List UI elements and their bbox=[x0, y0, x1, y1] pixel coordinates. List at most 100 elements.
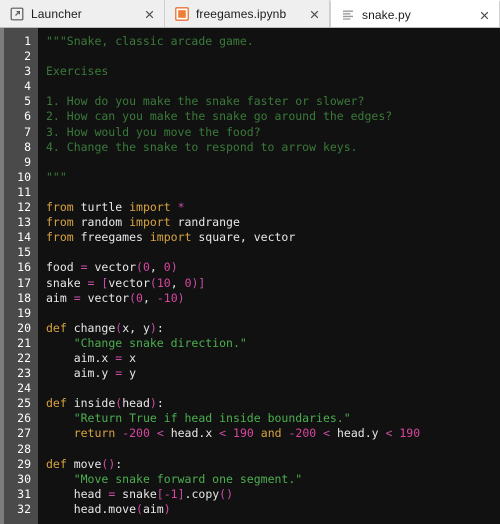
code-token-op: - bbox=[156, 290, 164, 305]
code-line: def change(x, y): bbox=[46, 321, 500, 336]
code-token-plain: vector bbox=[80, 290, 130, 305]
close-icon[interactable] bbox=[303, 0, 325, 27]
code-line: from turtle import * bbox=[46, 200, 500, 215]
line-number: 1 bbox=[24, 34, 31, 48]
code-token-op: ) bbox=[170, 260, 178, 275]
line-number: 18 bbox=[17, 290, 31, 305]
code-token-plain: , bbox=[170, 275, 185, 290]
code-token-kw: from bbox=[46, 215, 74, 230]
code-token-op: = bbox=[80, 260, 88, 275]
launcher-icon bbox=[10, 7, 24, 21]
code-token-num: 0 bbox=[136, 290, 143, 305]
line-number: 23 bbox=[17, 366, 31, 381]
line-number: 29 bbox=[17, 456, 31, 471]
code-token-plain: freegames bbox=[73, 230, 150, 245]
code-token-plain: food bbox=[46, 260, 81, 275]
code-token-kw: import bbox=[129, 200, 171, 215]
code-token-kw: import bbox=[129, 215, 171, 230]
line-number: 32 bbox=[17, 501, 31, 516]
code-token-plain: snake bbox=[46, 275, 88, 290]
code-token-plain: aim bbox=[46, 290, 74, 305]
code-token-op: ( bbox=[129, 290, 137, 305]
line-number: 22 bbox=[17, 350, 31, 365]
code-token-op: ] bbox=[177, 486, 185, 501]
line-number: 15 bbox=[17, 245, 31, 260]
code-token-num: 10 bbox=[156, 275, 171, 290]
code-line: def move(): bbox=[46, 457, 500, 472]
code-token-op: ( bbox=[149, 275, 157, 290]
tab-freegames-ipynb[interactable]: freegames.ipynb bbox=[165, 0, 330, 27]
code-line: aim.x = x bbox=[46, 351, 500, 366]
code-token-plain: move bbox=[66, 456, 102, 471]
code-token-op: ) bbox=[149, 320, 157, 335]
code-token-kw: return bbox=[73, 426, 116, 441]
code-token-op: = bbox=[73, 290, 81, 305]
code-token-plain: .copy bbox=[184, 486, 220, 501]
code-token-plain: vector bbox=[87, 260, 137, 275]
code-token-op: [ bbox=[156, 486, 164, 501]
code-line: """ bbox=[46, 170, 500, 185]
code-token-num: 1 bbox=[170, 486, 178, 501]
code-token-plain: , bbox=[142, 290, 157, 305]
code-line: def inside(head): bbox=[46, 396, 500, 411]
code-line: head.move(aim) bbox=[46, 502, 500, 517]
code-token-num: 10 bbox=[163, 290, 178, 305]
code-token-doc: 1. How do you make the snake faster or s… bbox=[46, 94, 365, 109]
code-token-plain: randrange bbox=[170, 215, 240, 230]
code-token-op: ( bbox=[136, 501, 143, 516]
line-number: 17 bbox=[17, 275, 31, 290]
tab-snake-py[interactable]: snake.py bbox=[330, 0, 500, 27]
line-number: 3 bbox=[24, 64, 31, 79]
code-content[interactable]: """Snake, classic arcade game. Exercises… bbox=[38, 28, 500, 524]
code-token-num: 0 bbox=[142, 260, 150, 275]
code-token-op: ) bbox=[163, 501, 171, 516]
code-line: snake = [vector(10, 0)] bbox=[46, 276, 500, 291]
code-line: 3. How would you move the food? bbox=[46, 125, 500, 140]
line-number: 21 bbox=[17, 335, 31, 350]
line-number: 31 bbox=[17, 486, 31, 501]
code-token-plain: x bbox=[122, 350, 137, 365]
close-icon[interactable] bbox=[473, 1, 495, 27]
code-token-str: "Move snake forward one segment." bbox=[73, 471, 303, 486]
jupyterlab-editor-window: Launcher freegames.ipynb snake.py 1 2 3 … bbox=[0, 0, 500, 524]
code-token-kw: def bbox=[46, 320, 67, 335]
code-token-plain: : bbox=[115, 456, 123, 471]
line-number-gutter: 1 2 3 4 5 6 7 8 9 10 11 12 13 14 15 16 17 18 19 20 21 22 23 24 2… bbox=[4, 28, 38, 524]
line-number: 4 bbox=[24, 79, 31, 94]
notebook-icon bbox=[175, 7, 189, 21]
line-number: 9 bbox=[24, 154, 31, 169]
tab-label: freegames.ipynb bbox=[196, 7, 287, 21]
code-token-num: 190 bbox=[399, 426, 421, 441]
code-token-plain: : bbox=[156, 396, 164, 411]
code-token-plain: y bbox=[122, 366, 137, 381]
line-number: 26 bbox=[17, 411, 31, 426]
code-line: "Change snake direction." bbox=[46, 336, 500, 351]
line-number: 19 bbox=[17, 305, 31, 320]
code-line: """Snake, classic arcade game. bbox=[46, 34, 500, 49]
code-token-doc: """ bbox=[46, 169, 67, 184]
code-line: food = vector(0, 0) bbox=[46, 260, 500, 275]
line-number: 8 bbox=[24, 139, 31, 154]
code-token-plain: head.move bbox=[46, 501, 137, 516]
close-icon[interactable] bbox=[138, 0, 160, 27]
code-token-plain: x, y bbox=[122, 320, 150, 335]
code-line: from random import randrange bbox=[46, 215, 500, 230]
code-token-op: ( bbox=[136, 260, 143, 275]
code-token-op: * bbox=[177, 200, 185, 215]
code-line: aim.y = y bbox=[46, 366, 500, 381]
code-editor[interactable]: 1 2 3 4 5 6 7 8 9 10 11 12 13 14 15 16 17 18 19 20 21 22 23 24 2… bbox=[0, 28, 500, 524]
code-token-num: 190 bbox=[233, 426, 254, 441]
code-line: Exercises bbox=[46, 64, 500, 79]
tab-launcher[interactable]: Launcher bbox=[0, 0, 165, 27]
